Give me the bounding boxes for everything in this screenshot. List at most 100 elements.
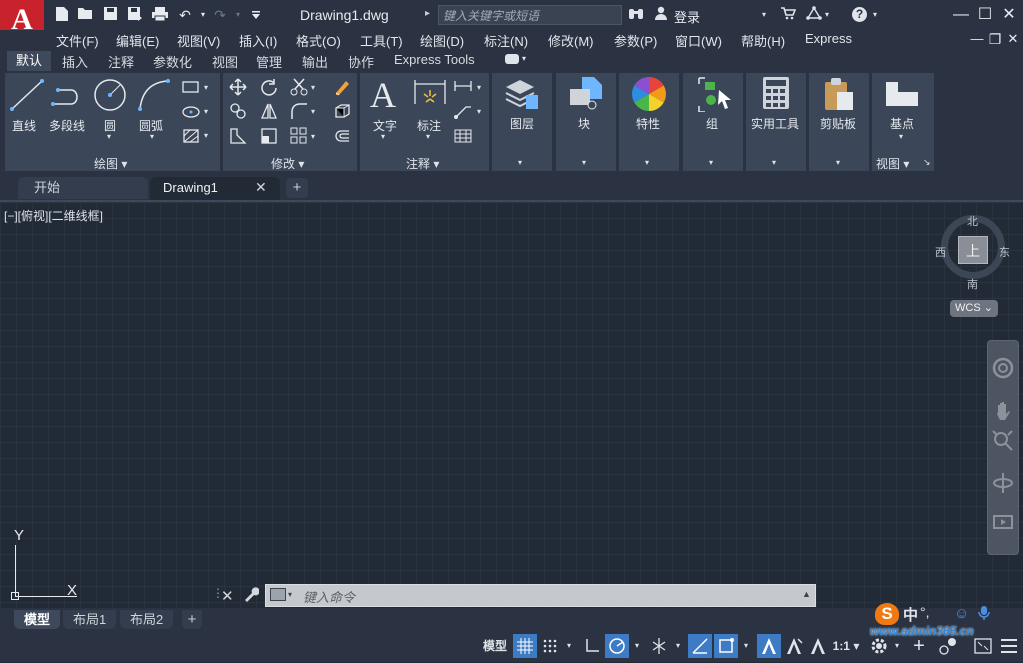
rectangle-icon[interactable] — [182, 80, 200, 97]
trim-icon[interactable] — [290, 78, 308, 100]
panel-view-launcher-icon[interactable]: ↘ — [923, 157, 931, 168]
tab-insert[interactable]: 插入 — [62, 52, 88, 71]
polyline-label[interactable]: 多段线 — [49, 117, 85, 134]
menu-help[interactable]: 帮助(H) — [741, 31, 785, 50]
line-tool[interactable] — [8, 77, 46, 116]
menu-format[interactable]: 格式(O) — [296, 31, 341, 50]
basepoint-dropdown-icon[interactable]: ▾ — [899, 132, 903, 141]
close-button[interactable]: ✕ — [998, 4, 1020, 26]
command-expand-icon[interactable]: ▲ — [802, 589, 811, 599]
command-line-close-icon[interactable]: ✕ — [221, 587, 234, 605]
menu-window[interactable]: 窗口(W) — [675, 31, 722, 50]
linear-dim-icon[interactable] — [454, 79, 472, 97]
tab-parametric[interactable]: 参数化 — [153, 52, 192, 71]
tab-annotate[interactable]: 注释 — [108, 52, 134, 71]
explode-icon[interactable] — [333, 102, 351, 124]
doc-close-button[interactable]: ✕ — [1002, 30, 1023, 48]
menu-edit[interactable]: 编辑(E) — [116, 31, 159, 50]
undo-icon[interactable]: ↶ — [176, 6, 194, 24]
command-history-icon[interactable] — [270, 588, 286, 601]
viewport-controls[interactable]: [−][俯视][二维线框] — [4, 207, 103, 224]
command-input[interactable]: 键入命令 — [303, 587, 783, 606]
arc-tool[interactable] — [136, 77, 172, 116]
connect-icon[interactable] — [806, 6, 822, 23]
leader-icon[interactable] — [454, 103, 472, 123]
block-label[interactable]: 块 — [578, 115, 590, 132]
open-icon[interactable] — [76, 6, 94, 24]
layout-tab-layout2[interactable]: 布局2 — [120, 610, 174, 629]
zoom-extents-icon[interactable] — [991, 430, 1015, 457]
binoculars-icon[interactable] — [628, 6, 644, 23]
menu-modify[interactable]: 修改(M) — [548, 31, 594, 50]
tab-express-tools[interactable]: Express Tools — [394, 52, 475, 67]
new-icon[interactable] — [53, 6, 71, 24]
polyline-tool[interactable] — [50, 80, 88, 113]
array-icon[interactable] — [290, 127, 308, 149]
copy-icon[interactable] — [229, 102, 247, 124]
layers-icon[interactable] — [504, 77, 540, 114]
tab-collaborate[interactable]: 协作 — [348, 52, 374, 71]
search-input[interactable]: 键入关键字或短语 — [438, 5, 622, 25]
properties-label[interactable]: 特性 — [636, 115, 660, 132]
fillet-dropdown-icon[interactable]: ▾ — [311, 107, 315, 116]
offset-icon[interactable] — [333, 127, 351, 149]
group-icon[interactable] — [697, 76, 733, 115]
wrench-icon[interactable] — [243, 586, 260, 606]
clipboard-icon[interactable] — [823, 76, 855, 115]
utilities-icon[interactable] — [762, 76, 790, 113]
circle-dropdown-icon[interactable]: ▾ — [107, 132, 111, 141]
circle-tool[interactable] — [92, 77, 128, 116]
minimize-button[interactable]: — — [950, 4, 972, 26]
new-layout-button[interactable]: + — [182, 610, 202, 629]
linear-dim-dropdown-icon[interactable]: ▾ — [477, 83, 481, 92]
command-history-dropdown-icon[interactable]: ▾ — [288, 590, 292, 599]
cart-icon[interactable] — [780, 6, 797, 23]
clipboard-dropdown-icon[interactable]: ▾ — [836, 158, 840, 167]
customization-menu-icon[interactable] — [998, 634, 1020, 658]
menu-parametric[interactable]: 参数(P) — [614, 31, 657, 50]
menu-tools[interactable]: 工具(T) — [360, 31, 403, 50]
compass-east[interactable]: 东 — [999, 244, 1010, 260]
new-tab-button[interactable]: + — [286, 178, 308, 198]
properties-icon[interactable] — [631, 76, 667, 115]
stretch-icon[interactable] — [229, 127, 247, 149]
isodraft-icon[interactable] — [648, 634, 670, 658]
viewcube-top-face[interactable]: 上 — [958, 236, 988, 264]
orbit-icon[interactable] — [991, 472, 1015, 499]
snap-mode-icon[interactable] — [539, 634, 561, 658]
help-dropdown-icon[interactable]: ▾ — [873, 10, 877, 19]
text-icon[interactable]: A — [370, 74, 396, 116]
fillet-icon[interactable] — [290, 102, 308, 124]
layers-dropdown-icon[interactable]: ▾ — [518, 158, 522, 167]
tab-default[interactable]: 默认 — [7, 51, 51, 71]
pan-hand-icon[interactable] — [991, 400, 1015, 427]
array-dropdown-icon[interactable]: ▾ — [311, 132, 315, 141]
login-link[interactable]: 登录 — [674, 7, 700, 26]
grid-display-icon[interactable] — [513, 634, 537, 658]
group-label[interactable]: 组 — [706, 115, 718, 132]
boundary-icon[interactable] — [182, 128, 200, 147]
ribbon-minimize-icon[interactable] — [505, 54, 519, 64]
dimension-dropdown-icon[interactable]: ▾ — [426, 132, 430, 141]
utilities-label[interactable]: 实用工具 — [751, 115, 799, 132]
polar-tracking-icon[interactable] — [605, 634, 629, 658]
snap-dropdown-icon[interactable]: ▾ — [563, 634, 575, 658]
block-icon[interactable] — [568, 75, 604, 114]
panel-draw-title[interactable]: 绘图 ▾ — [94, 155, 127, 172]
hatch-dropdown-icon[interactable]: ▾ — [204, 131, 208, 140]
leader-dropdown-icon[interactable]: ▾ — [477, 107, 481, 116]
block-dropdown-icon[interactable]: ▾ — [582, 158, 586, 167]
wcs-menu[interactable]: WCS ⌄ — [950, 300, 998, 317]
menu-file[interactable]: 文件(F) — [56, 31, 99, 50]
compass-west[interactable]: 西 — [935, 244, 946, 260]
login-dropdown-icon[interactable]: ▾ — [762, 10, 766, 19]
layers-label[interactable]: 图层 — [510, 115, 534, 132]
model-space-button[interactable]: 模型 — [479, 634, 511, 658]
polar-dropdown-icon[interactable]: ▾ — [631, 634, 643, 658]
menu-insert[interactable]: 插入(I) — [239, 31, 277, 50]
annotation-scale-icon[interactable] — [807, 634, 829, 658]
rotate-icon[interactable] — [260, 78, 278, 100]
erase-icon[interactable] — [333, 78, 351, 100]
scale-icon[interactable] — [260, 127, 278, 149]
menu-dimension[interactable]: 标注(N) — [484, 31, 528, 50]
